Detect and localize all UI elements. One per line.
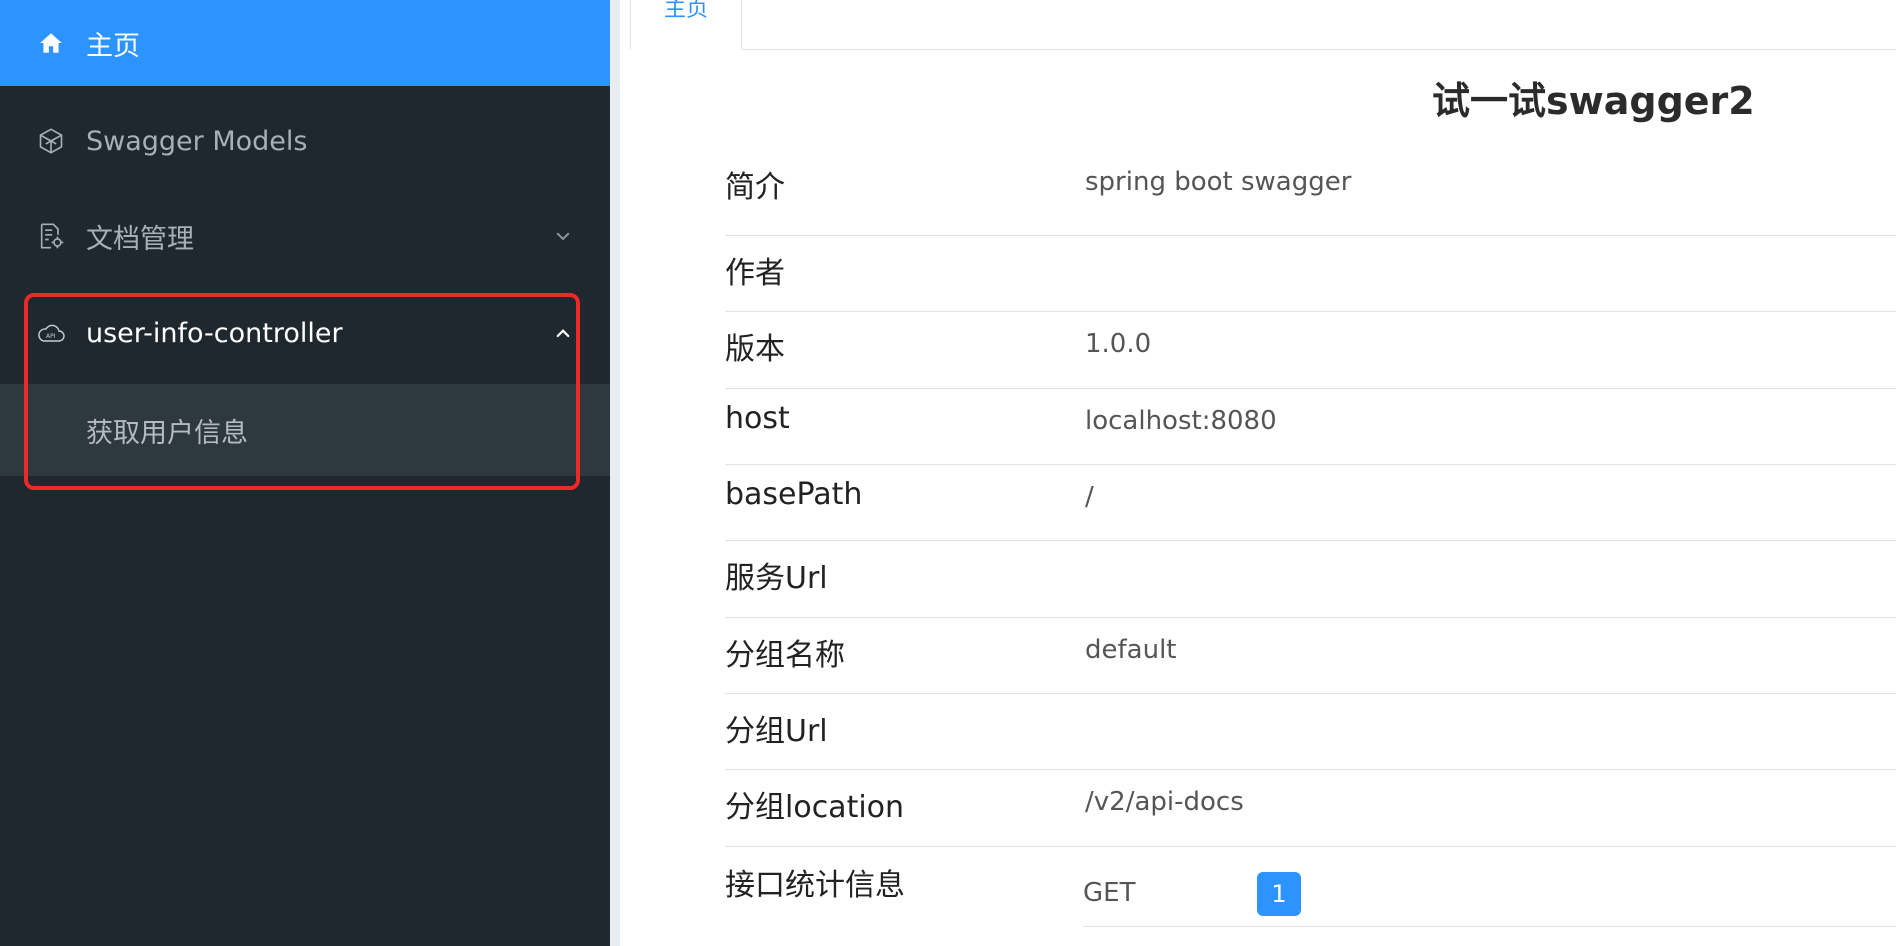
sidebar-subitem-get-user-info[interactable]: 获取用户信息 [0, 384, 610, 476]
stat-row: GET 1 [1083, 864, 1896, 927]
svg-text:API: API [46, 333, 56, 340]
info-key: 版本 [725, 332, 785, 367]
page-title: 试一试swagger2 [1432, 79, 1755, 123]
info-key: 服务Url [725, 561, 828, 596]
info-row-group-url: 分组Url [725, 693, 1896, 770]
tab-home[interactable]: 主页 [630, 0, 742, 50]
chevron-up-icon[interactable] [550, 320, 576, 346]
doc-settings-icon [36, 221, 66, 251]
info-key: 接口统计信息 [725, 868, 905, 903]
info-value: / [1085, 482, 1094, 512]
info-row-host: host localhost:8080 [725, 388, 1896, 465]
sidebar-item-doc-management[interactable]: 文档管理 [0, 193, 610, 279]
info-key: 简介 [725, 170, 785, 205]
info-value: 1.0.0 [1085, 329, 1152, 359]
info-row-version: 版本 1.0.0 [725, 311, 1896, 389]
info-row-group-name: 分组名称 default [725, 617, 1896, 694]
info-key: 分组location [725, 790, 905, 825]
sidebar-subitem-label: 获取用户信息 [86, 417, 248, 449]
info-row-group-location: 分组location /v2/api-docs [725, 769, 1896, 847]
info-row-service-url: 服务Url [725, 540, 1896, 618]
info-value: default [1085, 635, 1177, 665]
sidebar: 主页 Swagger Models 文档管理 API user-info-con… [0, 0, 610, 946]
stat-method: GET [1083, 878, 1136, 908]
sidebar-item-label: Swagger Models [86, 125, 308, 157]
info-row-description: 简介 spring boot swagger [725, 150, 1896, 236]
info-row-author: 作者 [725, 235, 1896, 312]
sidebar-item-swagger-models[interactable]: Swagger Models [0, 98, 610, 184]
info-key: 作者 [725, 256, 785, 291]
info-key: basePath [725, 477, 863, 512]
info-value: spring boot swagger [1085, 167, 1352, 197]
home-icon [36, 28, 66, 58]
sidebar-item-label: 文档管理 [86, 223, 194, 255]
info-key: 分组Url [725, 714, 828, 749]
chevron-down-icon[interactable] [550, 223, 576, 249]
sidebar-item-home[interactable]: 主页 [0, 0, 610, 86]
info-value: /v2/api-docs [1085, 787, 1244, 817]
info-key: host [725, 401, 790, 436]
info-row-basepath: basePath / [725, 464, 1896, 541]
sidebar-item-user-info-controller[interactable]: API user-info-controller [0, 290, 610, 376]
sidebar-divider [610, 0, 620, 946]
tab-bar: 主页 [630, 0, 1896, 50]
cube-icon [36, 126, 66, 156]
info-key: 分组名称 [725, 638, 845, 673]
sidebar-item-label: 主页 [86, 30, 140, 62]
stat-count-badge: 1 [1257, 872, 1301, 916]
sidebar-item-label: user-info-controller [86, 317, 343, 349]
cloud-api-icon: API [36, 318, 66, 348]
info-value: localhost:8080 [1085, 406, 1277, 436]
